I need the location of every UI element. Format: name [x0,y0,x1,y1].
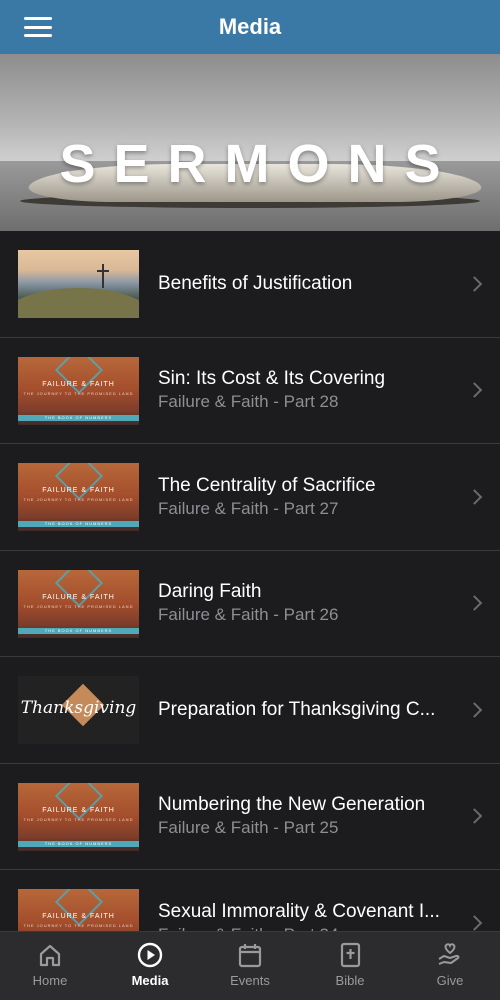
sermon-text: Preparation for Thanksgiving C... [158,657,458,763]
tab-home[interactable]: Home [0,932,100,1000]
series-title: FAILURE & FAITH [42,806,115,814]
thanksgiving-word: Thanksgiving [20,698,137,718]
sermon-subtitle: Failure & Faith - Part 25 [158,818,339,838]
cross-icon [102,264,104,288]
sermon-row[interactable]: Thanksgiving Preparation for Thanksgiving… [0,657,500,764]
diamond-graphic [54,356,104,394]
sermon-title: Numbering the New Generation [158,794,426,816]
calendar-icon [238,944,262,968]
sermon-title: Sexual Immorality & Covenant I... [158,900,440,922]
sermon-row[interactable]: FAILURE & FAITH THE JOURNEY TO THE PROMIS… [0,444,500,551]
diamond-graphic [54,889,104,927]
tab-label: Home [32,973,68,988]
sermon-thumbnail: FAILURE & FAITH THE JOURNEY TO THE PROMIS… [18,463,139,531]
series-tagline: THE JOURNEY TO THE PROMISED LAND [23,923,134,928]
diamond-graphic [54,463,104,501]
sermons-banner: SERMONS [0,54,500,231]
series-footer: THE BOOK OF NUMBERS [44,627,113,633]
sermon-subtitle: Failure & Faith - Part 28 [158,392,339,412]
chevron-right-icon [466,914,483,931]
sermon-thumbnail: FAILURE & FAITH THE JOURNEY TO THE PROMIS… [18,889,139,931]
hamburger-menu-icon[interactable] [24,17,52,37]
diamond-graphic [54,782,104,820]
series-title: FAILURE & FAITH [42,913,115,920]
sermon-thumbnail [18,250,139,318]
sermon-title: Preparation for Thanksgiving C... [158,698,436,720]
series-title: FAILURE & FAITH [42,380,115,388]
sermon-title: The Centrality of Sacrifice [158,474,376,496]
tab-label: Events [230,973,270,988]
sermon-text: Sexual Immorality & Covenant I... Failure… [158,870,458,931]
sermon-text: The Centrality of Sacrifice Failure & Fai… [158,444,458,550]
series-tagline: THE JOURNEY TO THE PROMISED LAND [23,603,134,609]
sermon-title: Sin: Its Cost & Its Covering [158,368,386,390]
chevron-right-icon [466,382,483,399]
series-footer: THE BOOK OF NUMBERS [44,414,113,420]
tab-events[interactable]: Events [200,932,300,1000]
sermon-row[interactable]: FAILURE & FAITH THE JOURNEY TO THE PROMIS… [0,764,500,870]
sermon-thumbnail: FAILURE & FAITH THE JOURNEY TO THE PROMIS… [18,356,139,425]
tab-bible[interactable]: Bible [300,932,400,1000]
diamond-graphic [54,569,104,607]
sermon-thumbnail: FAILURE & FAITH THE JOURNEY TO THE PROMIS… [18,782,139,851]
page-title: Media [218,14,282,39]
play-circle-icon [137,942,163,968]
chevron-right-icon [466,275,483,292]
series-title: FAILURE & FAITH [42,487,115,494]
sermon-row[interactable]: Benefits of Justification [0,231,500,338]
sermon-row[interactable]: FAILURE & FAITH THE JOURNEY TO THE PROMIS… [0,338,500,444]
cross-bar [97,270,109,272]
sermon-title: Daring Faith [158,581,262,603]
sermon-title: Benefits of Justification [158,272,353,294]
sermon-text: Sin: Its Cost & Its Covering Failure & Fa… [158,338,458,444]
series-title: FAILURE & FAITH [42,593,115,601]
sermon-subtitle: Failure & Faith - Part 24 [158,924,458,931]
app-header: Media [0,0,500,54]
series-tagline: THE JOURNEY TO THE PROMISED LAND [23,497,134,502]
series-footer: THE BOOK OF NUMBERS [44,521,113,526]
sermon-subtitle: Failure & Faith - Part 26 [158,605,339,625]
sermon-text: Numbering the New Generation Failure & Fa… [158,764,458,870]
bible-icon [340,942,361,968]
heart-hand-icon [438,943,460,965]
tab-label: Media [131,973,169,988]
series-tagline: THE JOURNEY TO THE PROMISED LAND [23,816,134,822]
tab-label: Bible [335,973,365,988]
tab-bar: Home Media Events Bible Give [0,931,500,1000]
tab-media[interactable]: Media [100,932,200,1000]
sermon-list[interactable]: Benefits of Justification FAILURE & FAITH… [0,231,500,931]
home-icon [39,944,61,967]
hill-graphic [18,288,139,318]
sermon-text: Daring Faith Failure & Faith - Part 26 [158,551,458,657]
banner-title: SERMONS [59,134,459,194]
tab-give[interactable]: Give [400,932,500,1000]
sermon-thumbnail: Thanksgiving [18,676,139,744]
sermon-row[interactable]: FAILURE & FAITH THE JOURNEY TO THE PROMIS… [0,870,500,931]
chevron-right-icon [466,595,483,612]
sermon-subtitle: Failure & Faith - Part 27 [158,498,339,518]
tab-label: Give [436,973,464,988]
series-footer: THE BOOK OF NUMBERS [44,840,113,846]
sermon-text: Benefits of Justification [158,231,458,337]
chevron-right-icon [466,701,483,718]
sermon-thumbnail: FAILURE & FAITH THE JOURNEY TO THE PROMIS… [18,569,139,638]
sermon-row[interactable]: FAILURE & FAITH THE JOURNEY TO THE PROMIS… [0,551,500,657]
series-tagline: THE JOURNEY TO THE PROMISED LAND [23,390,134,396]
chevron-right-icon [466,808,483,825]
chevron-right-icon [466,488,483,505]
